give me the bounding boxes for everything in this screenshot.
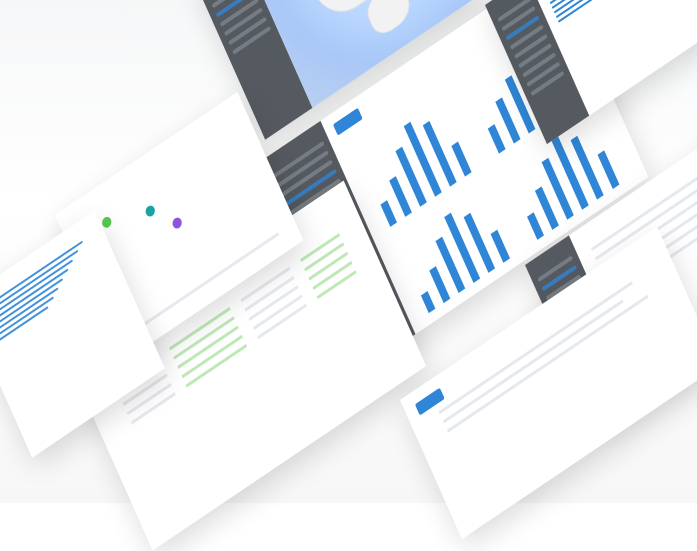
table-cell — [442, 299, 624, 424]
table-cell — [438, 281, 633, 415]
table-cell — [446, 294, 649, 433]
bar — [550, 133, 590, 210]
list-bar — [557, 0, 641, 24]
bar — [597, 150, 620, 190]
status-dot-icon[interactable] — [170, 215, 184, 231]
bar — [527, 212, 545, 240]
bar — [490, 229, 510, 263]
bar — [428, 266, 450, 304]
scene-stage — [0, 0, 697, 551]
land-mass — [362, 0, 416, 39]
sidebar-nav-item[interactable] — [530, 70, 565, 97]
status-dot-icon[interactable] — [144, 203, 157, 219]
bar — [403, 122, 442, 197]
bar — [420, 291, 435, 314]
